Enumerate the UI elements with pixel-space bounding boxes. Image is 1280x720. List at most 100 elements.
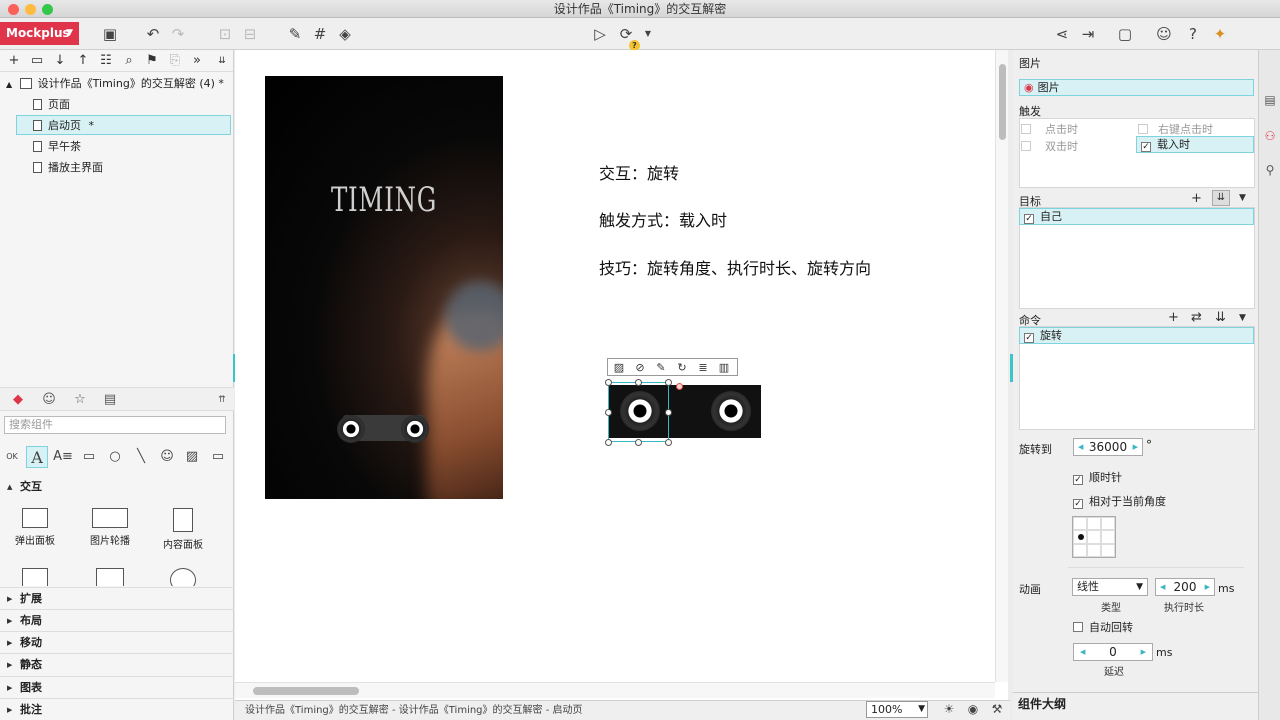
rectangle-component-icon[interactable]: ▭ (78, 446, 100, 468)
page-item-2[interactable]: 早午茶 (33, 137, 228, 157)
add-command-icon[interactable]: + (1168, 310, 1179, 325)
add-target-icon[interactable]: + (1191, 191, 1202, 206)
move-down-icon[interactable]: ↓ (52, 52, 68, 70)
image-component-icon[interactable]: ▨ (181, 446, 203, 468)
animation-type-select[interactable]: 线性 ▼ (1072, 578, 1148, 596)
project-root[interactable]: ▲ 设计作品《Timing》的交互解密 (4) * (6, 74, 224, 94)
command-rotate[interactable]: ✓ 旋转 (1019, 327, 1254, 344)
page-item-3[interactable]: 播放主界面 (33, 158, 228, 178)
paragraph-component-icon[interactable]: A≡ (52, 446, 74, 468)
replace-image-icon[interactable]: ▨ (610, 360, 628, 375)
minimize-window-button[interactable] (25, 4, 36, 15)
input-component-icon[interactable]: ▭ (207, 446, 229, 468)
rotation-origin-grid[interactable] (1072, 516, 1116, 558)
components-tab-icon[interactable]: ◆ (6, 390, 30, 410)
command-menu-icon[interactable]: ▼ (1239, 313, 1246, 323)
section-extend[interactable]: ▶ 扩展 (0, 587, 234, 609)
search-icon[interactable]: ⌕ (121, 52, 137, 70)
favorites-tab-icon[interactable]: ☆ (68, 390, 92, 410)
rotate-icon[interactable]: ↻ (673, 360, 691, 375)
horizontal-scroll-thumb[interactable] (253, 687, 359, 695)
vertical-scrollbar[interactable] (995, 50, 1008, 682)
line-component-icon[interactable]: ╲ (130, 446, 152, 468)
new-folder-icon[interactable]: ▭ (29, 52, 45, 70)
templates-tab-icon[interactable]: ▤ (98, 390, 122, 410)
duration-input[interactable]: ◀ 200 ▶ (1155, 578, 1215, 596)
trigger-on-load[interactable]: ✓ 载入时 (1136, 136, 1254, 153)
trigger-double-click[interactable]: 双击时 (1021, 138, 1078, 154)
origin-cell[interactable] (1073, 543, 1087, 557)
sync-dropdown-icon[interactable]: ▼ (638, 24, 658, 44)
gift-icon[interactable]: ✦ (1210, 24, 1230, 44)
resize-handle-s[interactable] (635, 439, 642, 446)
increment-icon[interactable]: ▶ (1141, 644, 1146, 660)
format-brush-icon[interactable]: ✎ (285, 24, 305, 44)
sort-target-icon[interactable]: ⇊ (1212, 190, 1230, 206)
increment-icon[interactable]: ▶ (1133, 439, 1138, 455)
section-chart[interactable]: ▶ 图表 (0, 676, 234, 698)
component-search-input[interactable]: 搜索组件 (4, 416, 226, 434)
save-icon[interactable]: ▣ (100, 24, 120, 44)
origin-cell-selected[interactable] (1073, 530, 1087, 544)
grid-icon[interactable]: # (310, 24, 330, 44)
selection-box[interactable] (608, 382, 669, 442)
swap-command-icon[interactable]: ⇄ (1191, 310, 1202, 325)
component-outline-header[interactable]: 组件大纲 (1013, 692, 1258, 720)
sort-command-icon[interactable]: ⇊ (1215, 310, 1226, 325)
rotate-angle-input[interactable]: ◀ 36000 ▶ (1073, 438, 1143, 456)
relative-angle-checkbox[interactable]: ✓ 相对于当前角度 (1073, 493, 1166, 509)
target-self[interactable]: ✓ 自己 (1019, 208, 1254, 225)
component-image-carousel[interactable]: 图片轮播 (75, 508, 145, 547)
rotate-handle[interactable] (676, 383, 683, 390)
trigger-click[interactable]: 点击时 (1021, 121, 1078, 137)
tools-icon[interactable]: ⚒ (988, 701, 1006, 718)
help-icon[interactable]: ? (1183, 24, 1203, 44)
clockwise-checkbox[interactable]: ✓ 顺时针 (1073, 469, 1122, 485)
align-icon[interactable]: ≣ (694, 360, 712, 375)
resize-handle-sw[interactable] (605, 439, 612, 446)
interaction-tab-icon[interactable]: ⚇ (1262, 128, 1278, 144)
horizontal-scrollbar[interactable] (235, 682, 995, 698)
flag-icon[interactable]: ⚑ (144, 52, 160, 70)
fill-icon[interactable]: ◈ (335, 24, 355, 44)
fullscreen-icon[interactable]: ▢ (1115, 24, 1135, 44)
section-interaction[interactable]: ▲ 交互 (0, 476, 234, 498)
team-icon[interactable]: ☺ (1154, 24, 1174, 44)
circle-component-icon[interactable]: ○ (104, 446, 126, 468)
auto-revert-checkbox[interactable]: 自动回转 (1073, 619, 1133, 635)
resize-handle-e[interactable] (665, 409, 672, 416)
redo-icon[interactable]: ↷ (168, 24, 188, 44)
resize-handle-nw[interactable] (605, 379, 612, 386)
edit-icon[interactable]: ✎ (652, 360, 670, 375)
move-up-icon[interactable]: ↑ (75, 52, 91, 70)
crop-icon[interactable]: ⊘ (631, 360, 649, 375)
delay-input[interactable]: ◀ 0 ▶ (1073, 643, 1153, 661)
add-page-icon[interactable]: + (6, 52, 22, 70)
section-mobile[interactable]: ▶ 移动 (0, 631, 234, 653)
page-item-0[interactable]: 页面 (33, 95, 228, 115)
zoom-select[interactable]: 100% ▼ (866, 701, 928, 718)
resize-handle-w[interactable] (605, 409, 612, 416)
zoom-window-button[interactable] (42, 4, 53, 15)
origin-cell[interactable] (1101, 517, 1115, 531)
section-annotation[interactable]: ▶ 批注 (0, 698, 234, 720)
collapse-library-icon[interactable]: ⇈ (210, 390, 234, 410)
decrement-icon[interactable]: ◀ (1078, 439, 1083, 455)
origin-cell[interactable] (1087, 530, 1101, 544)
close-window-button[interactable] (8, 4, 19, 15)
origin-cell[interactable] (1101, 543, 1115, 557)
group-icon[interactable]: ⊡ (215, 24, 235, 44)
properties-tab-icon[interactable]: ▤ (1262, 92, 1278, 108)
link-tab-icon[interactable]: ⚲ (1262, 162, 1278, 178)
component-name-row[interactable]: ◉ 图片 (1019, 79, 1254, 96)
origin-cell[interactable] (1073, 517, 1087, 531)
resize-handle-ne[interactable] (665, 379, 672, 386)
brightness-icon[interactable]: ☀ (940, 701, 958, 718)
preview-play-icon[interactable]: ▷ (590, 24, 610, 44)
component-more-3[interactable] (148, 568, 218, 586)
text-component-icon[interactable]: A (26, 446, 48, 468)
origin-cell[interactable] (1101, 530, 1115, 544)
collapse-panel-icon[interactable]: ⇊ (214, 52, 230, 70)
target-menu-icon[interactable]: ▼ (1239, 193, 1246, 203)
component-more-1[interactable] (0, 568, 70, 586)
